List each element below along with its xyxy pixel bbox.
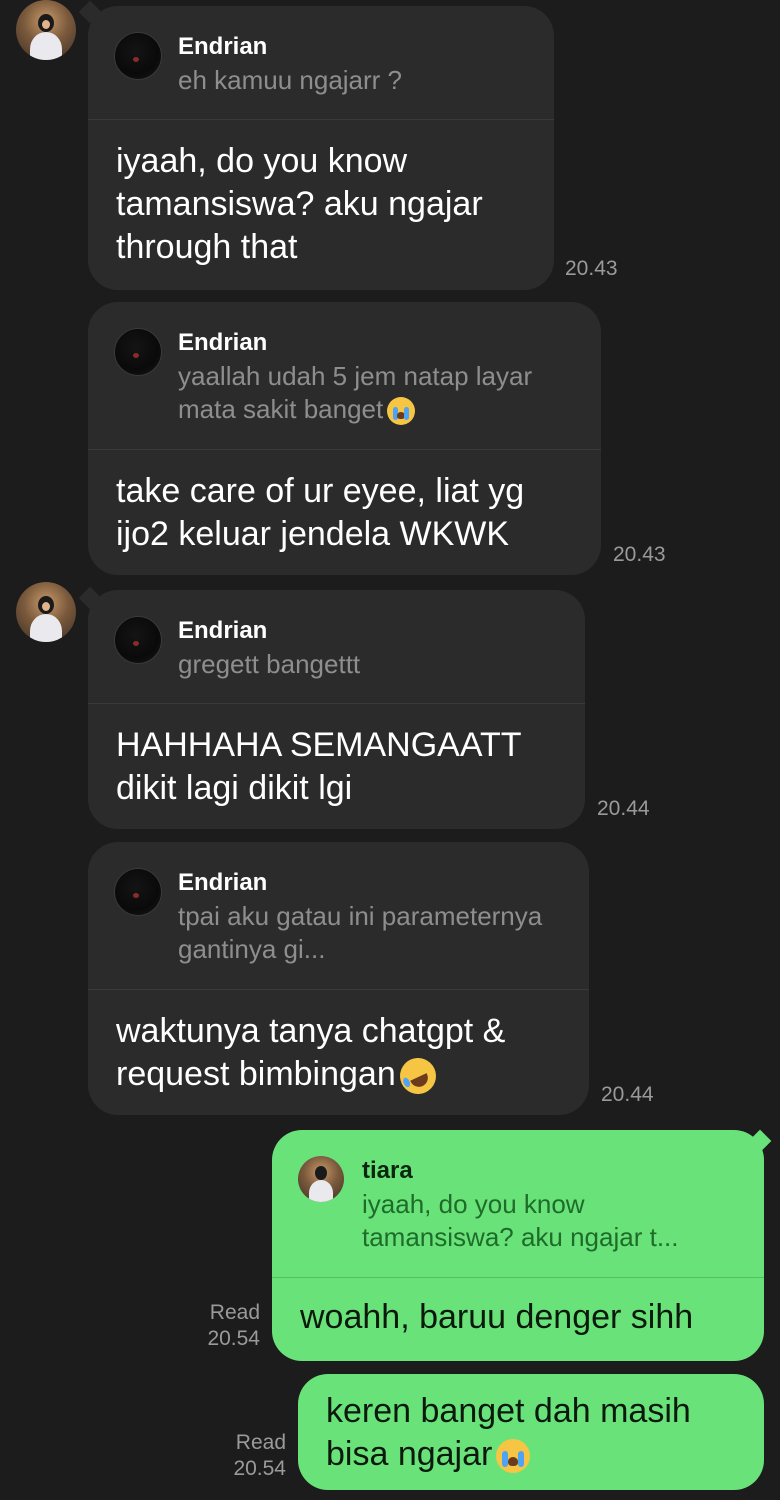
quoted-user-avatar <box>114 328 162 376</box>
quoted-user-name: Endrian <box>178 329 268 356</box>
incoming-message-bubble[interactable]: Endrian gregett bangettt HAHHAHA SEMANGA… <box>88 590 585 829</box>
quoted-user-avatar <box>114 32 162 80</box>
reply-quote[interactable]: Endrian eh kamuu ngajarr ? <box>88 6 554 120</box>
quoted-user-avatar <box>298 1156 344 1202</box>
quoted-message-text: tpai aku gatau ini parameternya gantinya… <box>178 901 543 964</box>
quoted-user-name: Endrian <box>178 33 268 60</box>
message-timestamp: 20.54 <box>233 1457 286 1480</box>
incoming-message-bubble[interactable]: Endrian yaallah udah 5 jem natap layar m… <box>88 302 601 575</box>
message-timestamp: 20.43 <box>613 543 666 566</box>
quoted-user-name: tiara <box>362 1157 413 1184</box>
outgoing-message-bubble[interactable]: keren banget dah masih bisa ngajar <box>298 1374 764 1490</box>
message-text: take care of ur eyee, liat yg ijo2 kelua… <box>116 472 525 553</box>
contact-avatar[interactable] <box>16 0 76 60</box>
read-receipt: Read 20.54 <box>188 1300 260 1352</box>
reply-quote[interactable]: Endrian gregett bangettt <box>88 590 585 704</box>
loudly-crying-face-icon <box>496 1439 531 1474</box>
reply-quote[interactable]: tiara iyaah, do you know tamansiswa? aku… <box>272 1130 764 1278</box>
message-timestamp: 20.44 <box>597 797 650 820</box>
incoming-message-bubble[interactable]: Endrian eh kamuu ngajarr ? iyaah, do you… <box>88 6 554 290</box>
incoming-message-bubble[interactable]: Endrian tpai aku gatau ini parameternya … <box>88 842 589 1115</box>
contact-avatar[interactable] <box>16 582 76 642</box>
quoted-message-text: eh kamuu ngajarr ? <box>178 65 403 95</box>
rolling-on-floor-laughing-icon <box>393 1052 442 1100</box>
read-receipt: Read 20.54 <box>214 1430 286 1482</box>
read-status: Read <box>235 1431 286 1454</box>
quoted-user-avatar <box>114 616 162 664</box>
reply-quote[interactable]: Endrian tpai aku gatau ini parameternya … <box>88 842 589 990</box>
loudly-crying-face-icon <box>387 397 416 426</box>
message-timestamp: 20.43 <box>565 257 618 280</box>
quoted-user-name: Endrian <box>178 617 268 644</box>
quoted-user-name: Endrian <box>178 869 268 896</box>
message-text: iyaah, do you know tamansiswa? aku ngaja… <box>116 142 483 266</box>
message-text: HAHHAHA SEMANGAATT dikit lagi dikit lgi <box>116 726 521 807</box>
message-text: waktunya tanya chatgpt & request bimbing… <box>116 1012 506 1093</box>
quoted-message-text: gregett bangettt <box>178 649 361 679</box>
message-timestamp: 20.54 <box>207 1327 260 1350</box>
reply-quote[interactable]: Endrian yaallah udah 5 jem natap layar m… <box>88 302 601 450</box>
quoted-user-avatar <box>114 868 162 916</box>
message-timestamp: 20.44 <box>601 1083 654 1106</box>
quoted-message-text: iyaah, do you know tamansiswa? aku ngaja… <box>362 1189 679 1252</box>
outgoing-message-bubble[interactable]: tiara iyaah, do you know tamansiswa? aku… <box>272 1130 764 1361</box>
quoted-message-text: yaallah udah 5 jem natap layar mata saki… <box>178 361 533 424</box>
message-text: woahh, baruu denger sihh <box>300 1298 694 1336</box>
read-status: Read <box>209 1301 260 1324</box>
